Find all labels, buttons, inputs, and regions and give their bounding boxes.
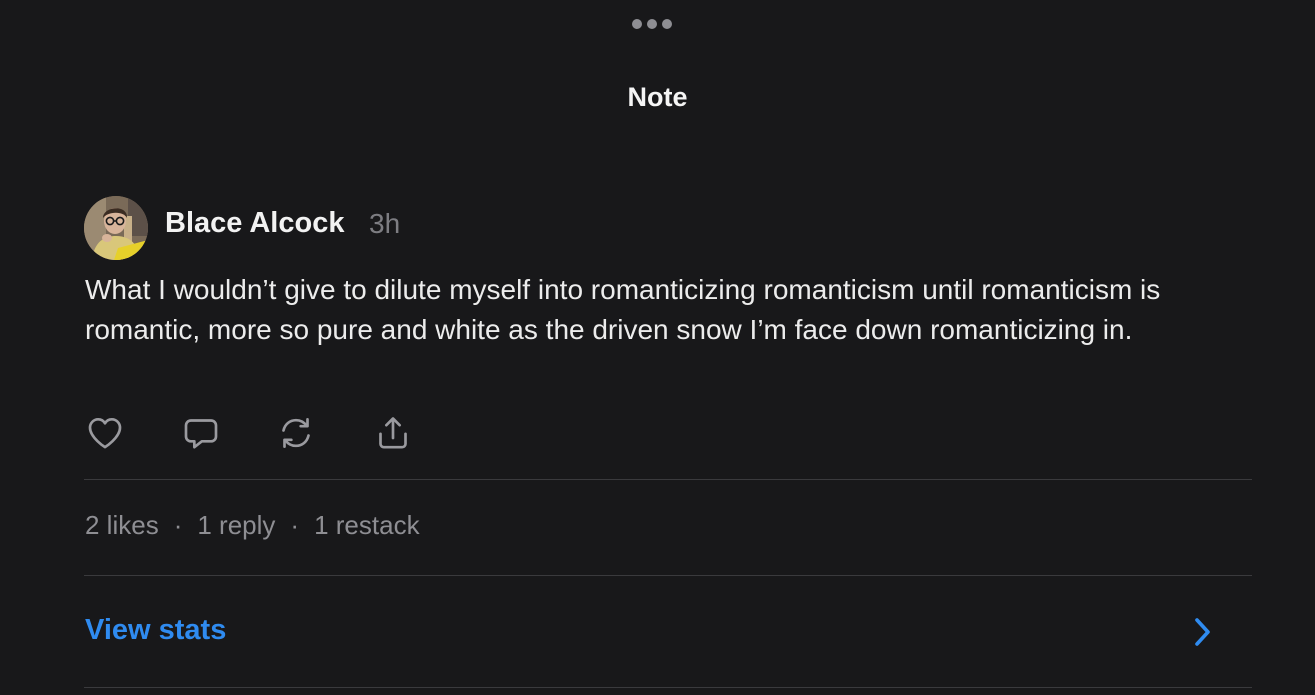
heart-icon <box>88 418 122 449</box>
page-title: Note <box>627 82 688 112</box>
restacks-count-link[interactable]: 1 restack <box>314 510 420 540</box>
replies-count-link[interactable]: 1 reply <box>197 510 275 540</box>
more-options-button[interactable] <box>626 13 678 35</box>
divider <box>84 575 1252 576</box>
divider <box>84 479 1252 480</box>
share-button[interactable] <box>372 412 414 454</box>
comment-icon <box>184 419 218 449</box>
more-dot <box>647 19 657 29</box>
avatar-image <box>84 196 148 260</box>
engagement-stats: 2 likes · 1 reply · 1 restack <box>85 510 420 541</box>
view-stats-label: View stats <box>85 614 227 646</box>
chevron-right-icon <box>1188 615 1216 654</box>
more-dot <box>662 19 672 29</box>
share-icon <box>379 417 407 449</box>
avatar[interactable] <box>84 196 148 260</box>
note-body: What I wouldn’t give to dilute myself in… <box>85 274 1161 345</box>
note-timestamp: 3h <box>369 208 401 239</box>
reply-button[interactable] <box>180 412 222 454</box>
author-name[interactable]: Blace Alcock <box>165 207 344 240</box>
divider <box>84 687 1252 688</box>
stats-separator: · <box>290 510 300 540</box>
stats-separator: · <box>173 510 183 540</box>
view-stats-button[interactable]: View stats <box>84 590 1252 674</box>
restack-button[interactable] <box>275 412 317 454</box>
likes-count-link[interactable]: 2 likes <box>85 510 159 540</box>
restack-icon <box>282 418 310 448</box>
more-dot <box>632 19 642 29</box>
like-button[interactable] <box>84 412 126 454</box>
